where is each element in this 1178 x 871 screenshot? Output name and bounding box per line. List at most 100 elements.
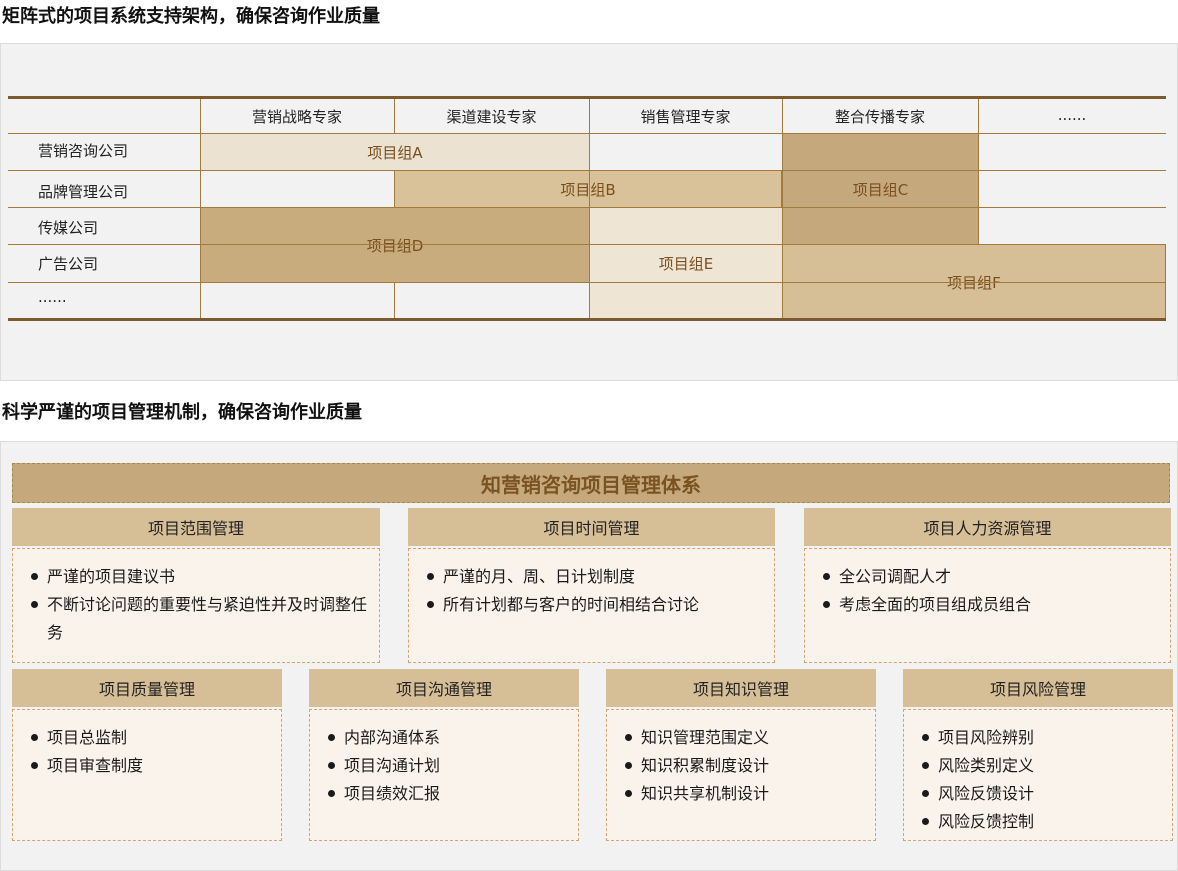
bullet-icon: [328, 790, 335, 797]
bullet-icon: [823, 573, 830, 580]
list-item: 知识管理范围定义: [625, 724, 863, 752]
list-item: 风险反馈控制: [922, 808, 1160, 836]
card-hr-management: 项目人力资源管理 全公司调配人才 考虑全面的项目组成员组合: [804, 508, 1171, 663]
matrix-row-line: [8, 133, 1166, 134]
bullet-icon: [31, 601, 38, 608]
matrix-col-line: [782, 99, 783, 319]
list-item: 项目风险辨别: [922, 724, 1160, 752]
card-title: 项目时间管理: [408, 508, 775, 546]
card-title: 项目沟通管理: [309, 669, 579, 707]
list-item-text: 项目审查制度: [47, 756, 144, 775]
bullet-icon: [328, 762, 335, 769]
list-item-text: 风险反馈控制: [938, 812, 1035, 831]
list-item-text: 项目风险辨别: [938, 728, 1035, 747]
bullet-icon: [922, 762, 929, 769]
card-body: 知识管理范围定义 知识积累制度设计 知识共享机制设计: [606, 709, 876, 841]
bullet-icon: [31, 762, 38, 769]
project-group-a: 项目组A: [200, 133, 590, 171]
matrix-row-line: [8, 282, 1166, 283]
list-item-text: 知识管理范围定义: [641, 728, 770, 747]
list-item-text: 项目绩效汇报: [344, 784, 441, 803]
list-item: 内部沟通体系: [328, 724, 566, 752]
list-item: 项目绩效汇报: [328, 780, 566, 808]
card-body: 严谨的月、周、日计划制度 所有计划都与客户的时间相结合讨论: [408, 548, 775, 663]
matrix-row-line: [8, 244, 1166, 245]
bullet-icon: [922, 790, 929, 797]
column-header: 销售管理专家: [640, 108, 731, 126]
bullet-icon: [427, 601, 434, 608]
column-header: 营销战略专家: [251, 108, 342, 126]
column-header: 整合传播专家: [834, 108, 925, 126]
card-body: 全公司调配人才 考虑全面的项目组成员组合: [804, 548, 1171, 663]
list-item: 不断讨论问题的重要性与紧迫性并及时调整任务: [31, 591, 367, 647]
list-item-text: 考虑全面的项目组成员组合: [839, 595, 1032, 614]
matrix-col-line: [394, 282, 395, 319]
card-time-management: 项目时间管理 严谨的月、周、日计划制度 所有计划都与客户的时间相结合讨论: [408, 508, 775, 663]
list-item: 考虑全面的项目组成员组合: [823, 591, 1158, 619]
management-system-banner: 知营销咨询项目管理体系: [12, 463, 1170, 503]
matrix-col-line: [200, 99, 201, 319]
row-header: 传媒公司: [38, 219, 99, 237]
card-body: 内部沟通体系 项目沟通计划 项目绩效汇报: [309, 709, 579, 841]
matrix-section-title: 矩阵式的项目系统支持架构，确保咨询作业质量: [2, 6, 380, 27]
list-item: 所有计划都与客户的时间相结合讨论: [427, 591, 762, 619]
list-item-text: 知识共享机制设计: [641, 784, 770, 803]
column-header: ......: [1057, 106, 1087, 124]
card-title: 项目知识管理: [606, 669, 876, 707]
list-item-text: 严谨的月、周、日计划制度: [443, 567, 636, 586]
list-item: 严谨的月、周、日计划制度: [427, 563, 762, 591]
project-group-c-label: 项目组C: [852, 180, 909, 199]
list-item-text: 全公司调配人才: [839, 567, 952, 586]
bullet-icon: [625, 762, 632, 769]
matrix-top-rule: [8, 96, 1166, 99]
list-item-text: 项目沟通计划: [344, 756, 441, 775]
list-item-text: 风险反馈设计: [938, 784, 1035, 803]
project-group-a-label: 项目组A: [367, 143, 423, 162]
list-item: 风险反馈设计: [922, 780, 1160, 808]
card-quality-management: 项目质量管理 项目总监制 项目审查制度: [12, 669, 282, 841]
matrix-row-line: [8, 170, 1166, 171]
list-item-text: 内部沟通体系: [344, 728, 441, 747]
row-header: 品牌管理公司: [38, 183, 129, 201]
project-group-e: 项目组E: [589, 207, 783, 320]
list-item-text: 知识积累制度设计: [641, 756, 770, 775]
list-item: 全公司调配人才: [823, 563, 1158, 591]
bullet-icon: [328, 734, 335, 741]
card-body: 严谨的项目建议书 不断讨论问题的重要性与紧迫性并及时调整任务: [12, 548, 380, 663]
list-item-text: 不断讨论问题的重要性与紧迫性并及时调整任务: [47, 595, 368, 642]
card-title: 项目人力资源管理: [804, 508, 1171, 546]
list-item: 知识积累制度设计: [625, 752, 863, 780]
bullet-icon: [625, 734, 632, 741]
card-title: 项目风险管理: [903, 669, 1173, 707]
card-risk-management: 项目风险管理 项目风险辨别 风险类别定义 风险反馈设计 风险反馈控制: [903, 669, 1173, 841]
list-item: 项目审查制度: [31, 752, 269, 780]
bullet-icon: [427, 573, 434, 580]
list-item: 知识共享机制设计: [625, 780, 863, 808]
project-group-d-label: 项目组D: [366, 236, 424, 255]
list-item: 项目沟通计划: [328, 752, 566, 780]
column-header: 渠道建设专家: [446, 108, 537, 126]
list-item: 严谨的项目建议书: [31, 563, 367, 591]
card-body: 项目风险辨别 风险类别定义 风险反馈设计 风险反馈控制: [903, 709, 1173, 841]
mechanism-section-title: 科学严谨的项目管理机制，确保咨询作业质量: [2, 402, 362, 423]
project-group-b: 项目组B: [394, 170, 782, 208]
list-item-text: 风险类别定义: [938, 756, 1035, 775]
list-item-text: 项目总监制: [47, 728, 128, 747]
list-item: 风险类别定义: [922, 752, 1160, 780]
matrix-row-line: [8, 207, 1166, 208]
card-title: 项目范围管理: [12, 508, 380, 546]
matrix-col-line: [589, 99, 590, 319]
list-item-text: 所有计划都与客户的时间相结合讨论: [443, 595, 700, 614]
bullet-icon: [625, 790, 632, 797]
row-header: ......: [38, 288, 67, 306]
bullet-icon: [823, 601, 830, 608]
bullet-icon: [922, 818, 929, 825]
row-header: 营销咨询公司: [38, 142, 129, 160]
project-group-d: 项目组D: [200, 207, 590, 283]
project-group-e-label: 项目组E: [658, 255, 714, 273]
bullet-icon: [31, 573, 38, 580]
row-header: 广告公司: [38, 255, 99, 273]
card-communication-management: 项目沟通管理 内部沟通体系 项目沟通计划 项目绩效汇报: [309, 669, 579, 841]
matrix-col-line: [1165, 244, 1166, 319]
bullet-icon: [31, 734, 38, 741]
